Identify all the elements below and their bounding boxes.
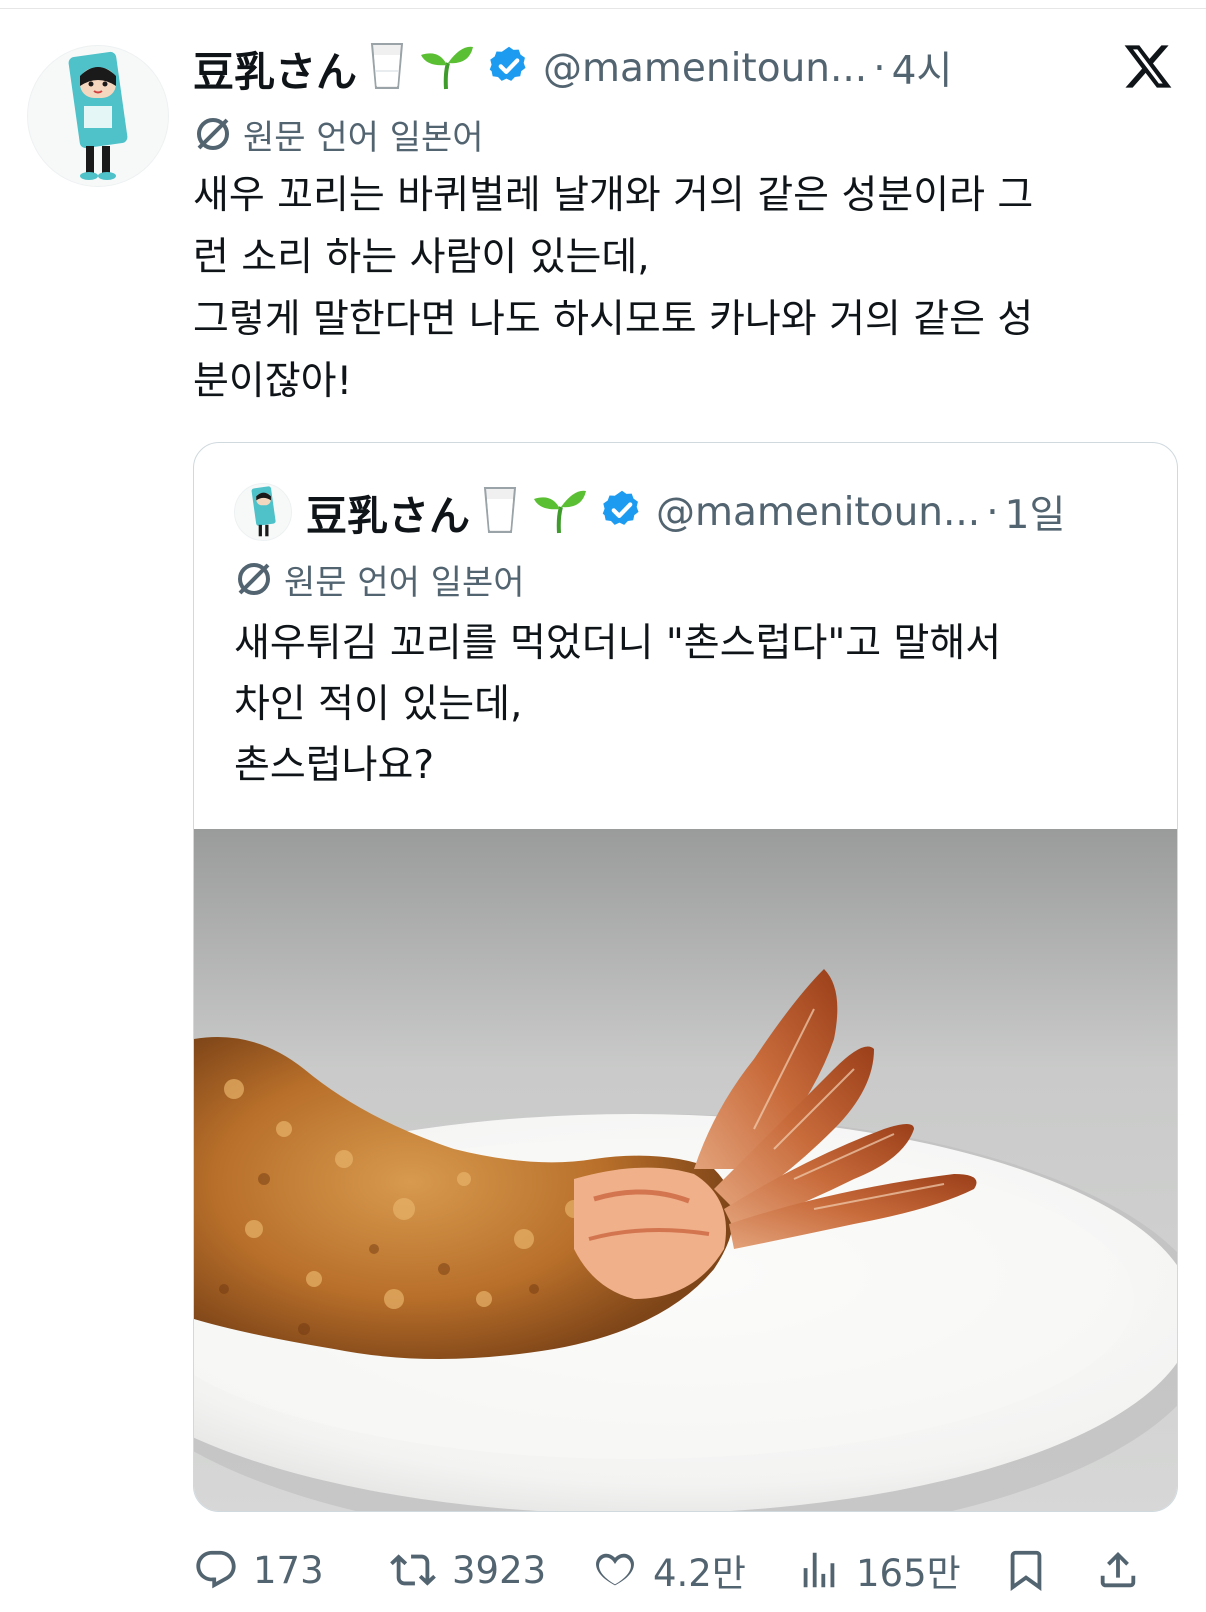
quoted-display-name[interactable]: 豆乳さん (306, 482, 470, 542)
repost-button[interactable]: 3923 (388, 1540, 546, 1600)
tweet-text: 새우 꼬리는 바퀴벌레 날개와 거의 같은 성분이라 그 런 소리 하는 사람이… (193, 173, 1034, 404)
like-count: 4.2만 (653, 1552, 746, 1595)
view-count: 165만 (856, 1552, 961, 1595)
separator-dot: · (873, 45, 886, 91)
tweet-action-bar: 173 3923 4.2만 165만 (193, 1540, 1178, 1600)
tweet-timestamp[interactable]: 4시 (892, 40, 953, 96)
quoted-tweet-header: 豆乳さん @mamenitoun... · 1일 (234, 483, 1065, 541)
bookmark-icon (1010, 1550, 1042, 1591)
quoted-author-avatar[interactable] (234, 483, 292, 541)
quoted-tweet-card[interactable]: 豆乳さん @mamenitoun... · 1일 원문 언어 일본어 새우튀김 … (193, 442, 1178, 1512)
author-display-name[interactable]: 豆乳さん (193, 38, 357, 98)
reply-button[interactable]: 173 (193, 1540, 324, 1600)
translate-icon (238, 563, 270, 595)
translation-indicator[interactable]: 원문 언어 일본어 (193, 110, 484, 158)
top-divider (0, 8, 1206, 9)
share-icon (1100, 1551, 1136, 1588)
heart-icon (596, 1553, 634, 1586)
repost-count: 3923 (452, 1548, 547, 1592)
analytics-icon (803, 1552, 835, 1588)
repost-icon (390, 1554, 436, 1586)
shrimp-photo[interactable] (194, 829, 1177, 1511)
translate-icon (197, 118, 229, 150)
milk-glass-icon (482, 485, 518, 539)
quoted-handle[interactable]: @mamenitoun... (656, 490, 980, 535)
translation-label: 원문 언어 일본어 (243, 117, 484, 158)
quoted-tweet-text: 새우튀김 꼬리를 먹었더니 "촌스럽다"고 말해서 차인 적이 있는데, 촌스럽… (234, 621, 1002, 788)
milk-glass-icon (369, 41, 405, 95)
quoted-timestamp[interactable]: 1일 (1005, 484, 1066, 540)
x-logo-icon (1122, 40, 1174, 92)
bookmark-button[interactable] (1003, 1540, 1063, 1600)
reply-count: 173 (253, 1548, 324, 1592)
author-handle[interactable]: @mamenitoun... (543, 46, 867, 91)
share-button[interactable] (1095, 1540, 1155, 1600)
reply-icon (196, 1550, 236, 1589)
tweet-header: 豆乳さん @mamenitoun... · 4시 (193, 40, 952, 96)
verified-badge-icon (487, 44, 531, 92)
quoted-translation-indicator[interactable]: 원문 언어 일본어 (234, 555, 525, 603)
like-button[interactable]: 4.2만 (591, 1540, 746, 1600)
seedling-icon (417, 41, 475, 95)
views-button[interactable]: 165만 (796, 1540, 961, 1600)
verified-badge-icon (600, 488, 644, 536)
seedling-icon (530, 485, 588, 539)
translation-label: 원문 언어 일본어 (284, 562, 525, 603)
separator-dot: · (986, 489, 999, 535)
author-avatar[interactable] (27, 45, 169, 187)
